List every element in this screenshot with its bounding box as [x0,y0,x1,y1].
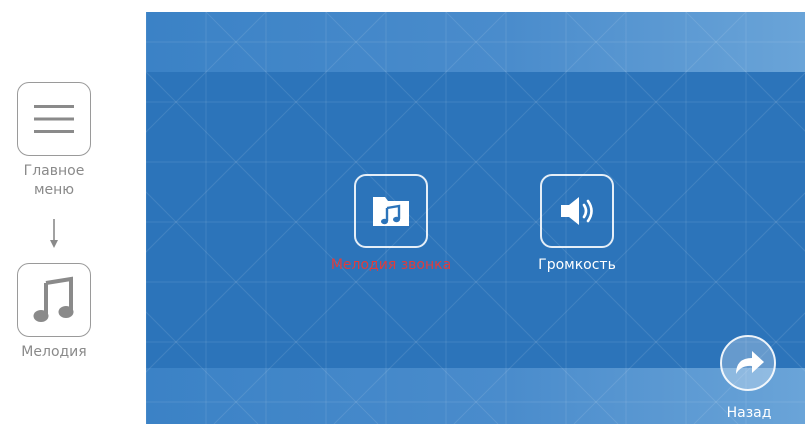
guide-label-main-menu: Главное меню [23,163,85,198]
device-screen: Мелодия звонка Громкость Назад [146,12,805,424]
ringtone-melody-button[interactable] [354,174,428,248]
guide-tile-main-menu [17,82,91,156]
background-pattern [146,12,805,424]
guide-step-melody: Мелодия [4,263,104,362]
speaker-icon [561,197,593,225]
back-label: Назад [726,405,772,421]
music-note-icon [33,276,74,322]
arrow-down-icon [50,219,58,248]
back-button[interactable] [719,334,777,392]
volume-button[interactable] [540,174,614,248]
guide-label-melody: Мелодия [21,344,87,360]
ringtone-melody-label: Мелодия звонка [330,257,452,273]
music-folder-icon [373,197,409,226]
menu-icon [34,105,74,133]
guide-step-main-menu: Главное меню [4,82,104,200]
guide-tile-melody [17,263,91,337]
volume-label: Громкость [538,257,616,273]
